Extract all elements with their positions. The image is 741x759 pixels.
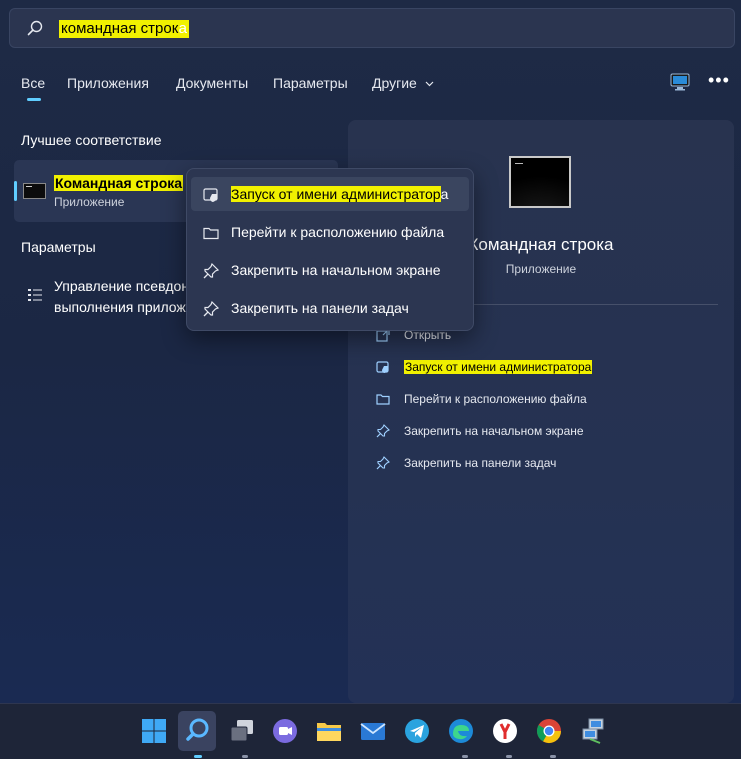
ctx-pin-taskbar-label: Закрепить на панели задач xyxy=(231,300,409,316)
settings-item-line2[interactable]: выполнения прилож xyxy=(54,299,186,315)
edge-icon[interactable] xyxy=(447,717,475,745)
ctx-pin-taskbar[interactable]: Закрепить на панели задач xyxy=(191,291,469,325)
best-match-subtitle: Приложение xyxy=(54,195,125,209)
search-icon xyxy=(27,20,43,36)
ctx-run-as-admin[interactable]: Запуск от имени администратора xyxy=(191,177,469,211)
search-box[interactable]: командная строка xyxy=(9,8,735,48)
tab-all[interactable]: Все xyxy=(21,75,45,91)
search-panel: командная строка Все Приложения Документ… xyxy=(0,0,741,703)
chrome-icon[interactable] xyxy=(535,717,563,745)
action-run-as-admin-label: Запуск от имени администратора xyxy=(404,360,593,374)
selection-indicator xyxy=(14,181,17,201)
pin-icon xyxy=(203,301,219,317)
search-query-highlight: командная строк xyxy=(61,20,179,37)
active-tab-indicator xyxy=(27,98,41,101)
running-indicator xyxy=(242,755,248,758)
tab-apps[interactable]: Приложения xyxy=(67,75,149,91)
search-query-tail: а xyxy=(178,20,187,37)
shield-icon xyxy=(376,361,389,373)
running-indicator xyxy=(506,755,512,758)
ctx-run-as-admin-label: Запуск от имени администратора xyxy=(231,186,448,202)
taskbar-search-button[interactable] xyxy=(178,711,216,751)
action-open-file-location-label: Перейти к расположению файла xyxy=(404,392,587,406)
folder-icon xyxy=(376,394,390,405)
windows-start-icon[interactable] xyxy=(140,717,168,745)
running-indicator xyxy=(550,755,556,758)
mail-icon[interactable] xyxy=(359,717,387,745)
search-input[interactable]: командная строка xyxy=(59,20,189,38)
yandex-browser-icon[interactable] xyxy=(491,717,519,745)
task-view-icon[interactable] xyxy=(228,717,256,745)
tab-documents[interactable]: Документы xyxy=(176,75,248,91)
telegram-icon[interactable] xyxy=(403,717,431,745)
filter-tabs: Все Приложения Документы Параметры Други… xyxy=(0,70,741,100)
ctx-run-as-admin-label-hl: Запуск от имени администратор xyxy=(231,186,441,202)
action-open-file-location[interactable]: Перейти к расположению файла xyxy=(376,390,716,410)
taskbar xyxy=(0,703,741,759)
active-app-indicator xyxy=(194,755,202,758)
running-indicator xyxy=(462,755,468,758)
best-match-heading: Лучшее соответствие xyxy=(21,132,162,148)
monitor-account-icon[interactable] xyxy=(669,72,691,92)
action-pin-start-label: Закрепить на начальном экране xyxy=(404,424,584,438)
action-pin-start[interactable]: Закрепить на начальном экране xyxy=(376,422,716,442)
list-settings-icon xyxy=(28,289,42,301)
context-menu: Запуск от имени администратора Перейти к… xyxy=(186,168,474,331)
shield-icon xyxy=(203,188,218,202)
chat-icon[interactable] xyxy=(271,717,299,745)
search-icon xyxy=(186,718,209,741)
more-options-icon[interactable]: ••• xyxy=(708,70,730,91)
chevron-down-icon xyxy=(425,81,434,87)
network-app-icon[interactable] xyxy=(580,717,608,745)
pin-icon xyxy=(203,263,219,279)
action-pin-taskbar-label: Закрепить на панели задач xyxy=(404,456,557,470)
tab-other[interactable]: Другие xyxy=(372,75,434,91)
tab-other-label: Другие xyxy=(372,75,417,91)
folder-icon xyxy=(203,227,219,240)
ctx-open-file-location[interactable]: Перейти к расположению файла xyxy=(191,215,469,249)
settings-heading: Параметры xyxy=(21,239,96,255)
cmd-large-icon xyxy=(509,156,571,208)
action-pin-taskbar[interactable]: Закрепить на панели задач xyxy=(376,454,716,474)
best-match-title: Командная строка xyxy=(54,175,184,191)
tab-settings[interactable]: Параметры xyxy=(273,75,348,91)
action-run-as-admin[interactable]: Запуск от имени администратора xyxy=(376,358,716,378)
ctx-pin-start-label: Закрепить на начальном экране xyxy=(231,262,441,278)
ctx-pin-start[interactable]: Закрепить на начальном экране xyxy=(191,253,469,287)
pin-icon xyxy=(376,424,390,438)
ctx-open-file-location-label: Перейти к расположению файла xyxy=(231,224,445,240)
settings-item-line1[interactable]: Управление псевдон xyxy=(54,278,189,294)
file-explorer-icon[interactable] xyxy=(315,717,343,745)
ctx-run-as-admin-label-tail: а xyxy=(440,186,449,202)
cmd-app-icon xyxy=(23,183,46,199)
pin-icon xyxy=(376,456,390,470)
